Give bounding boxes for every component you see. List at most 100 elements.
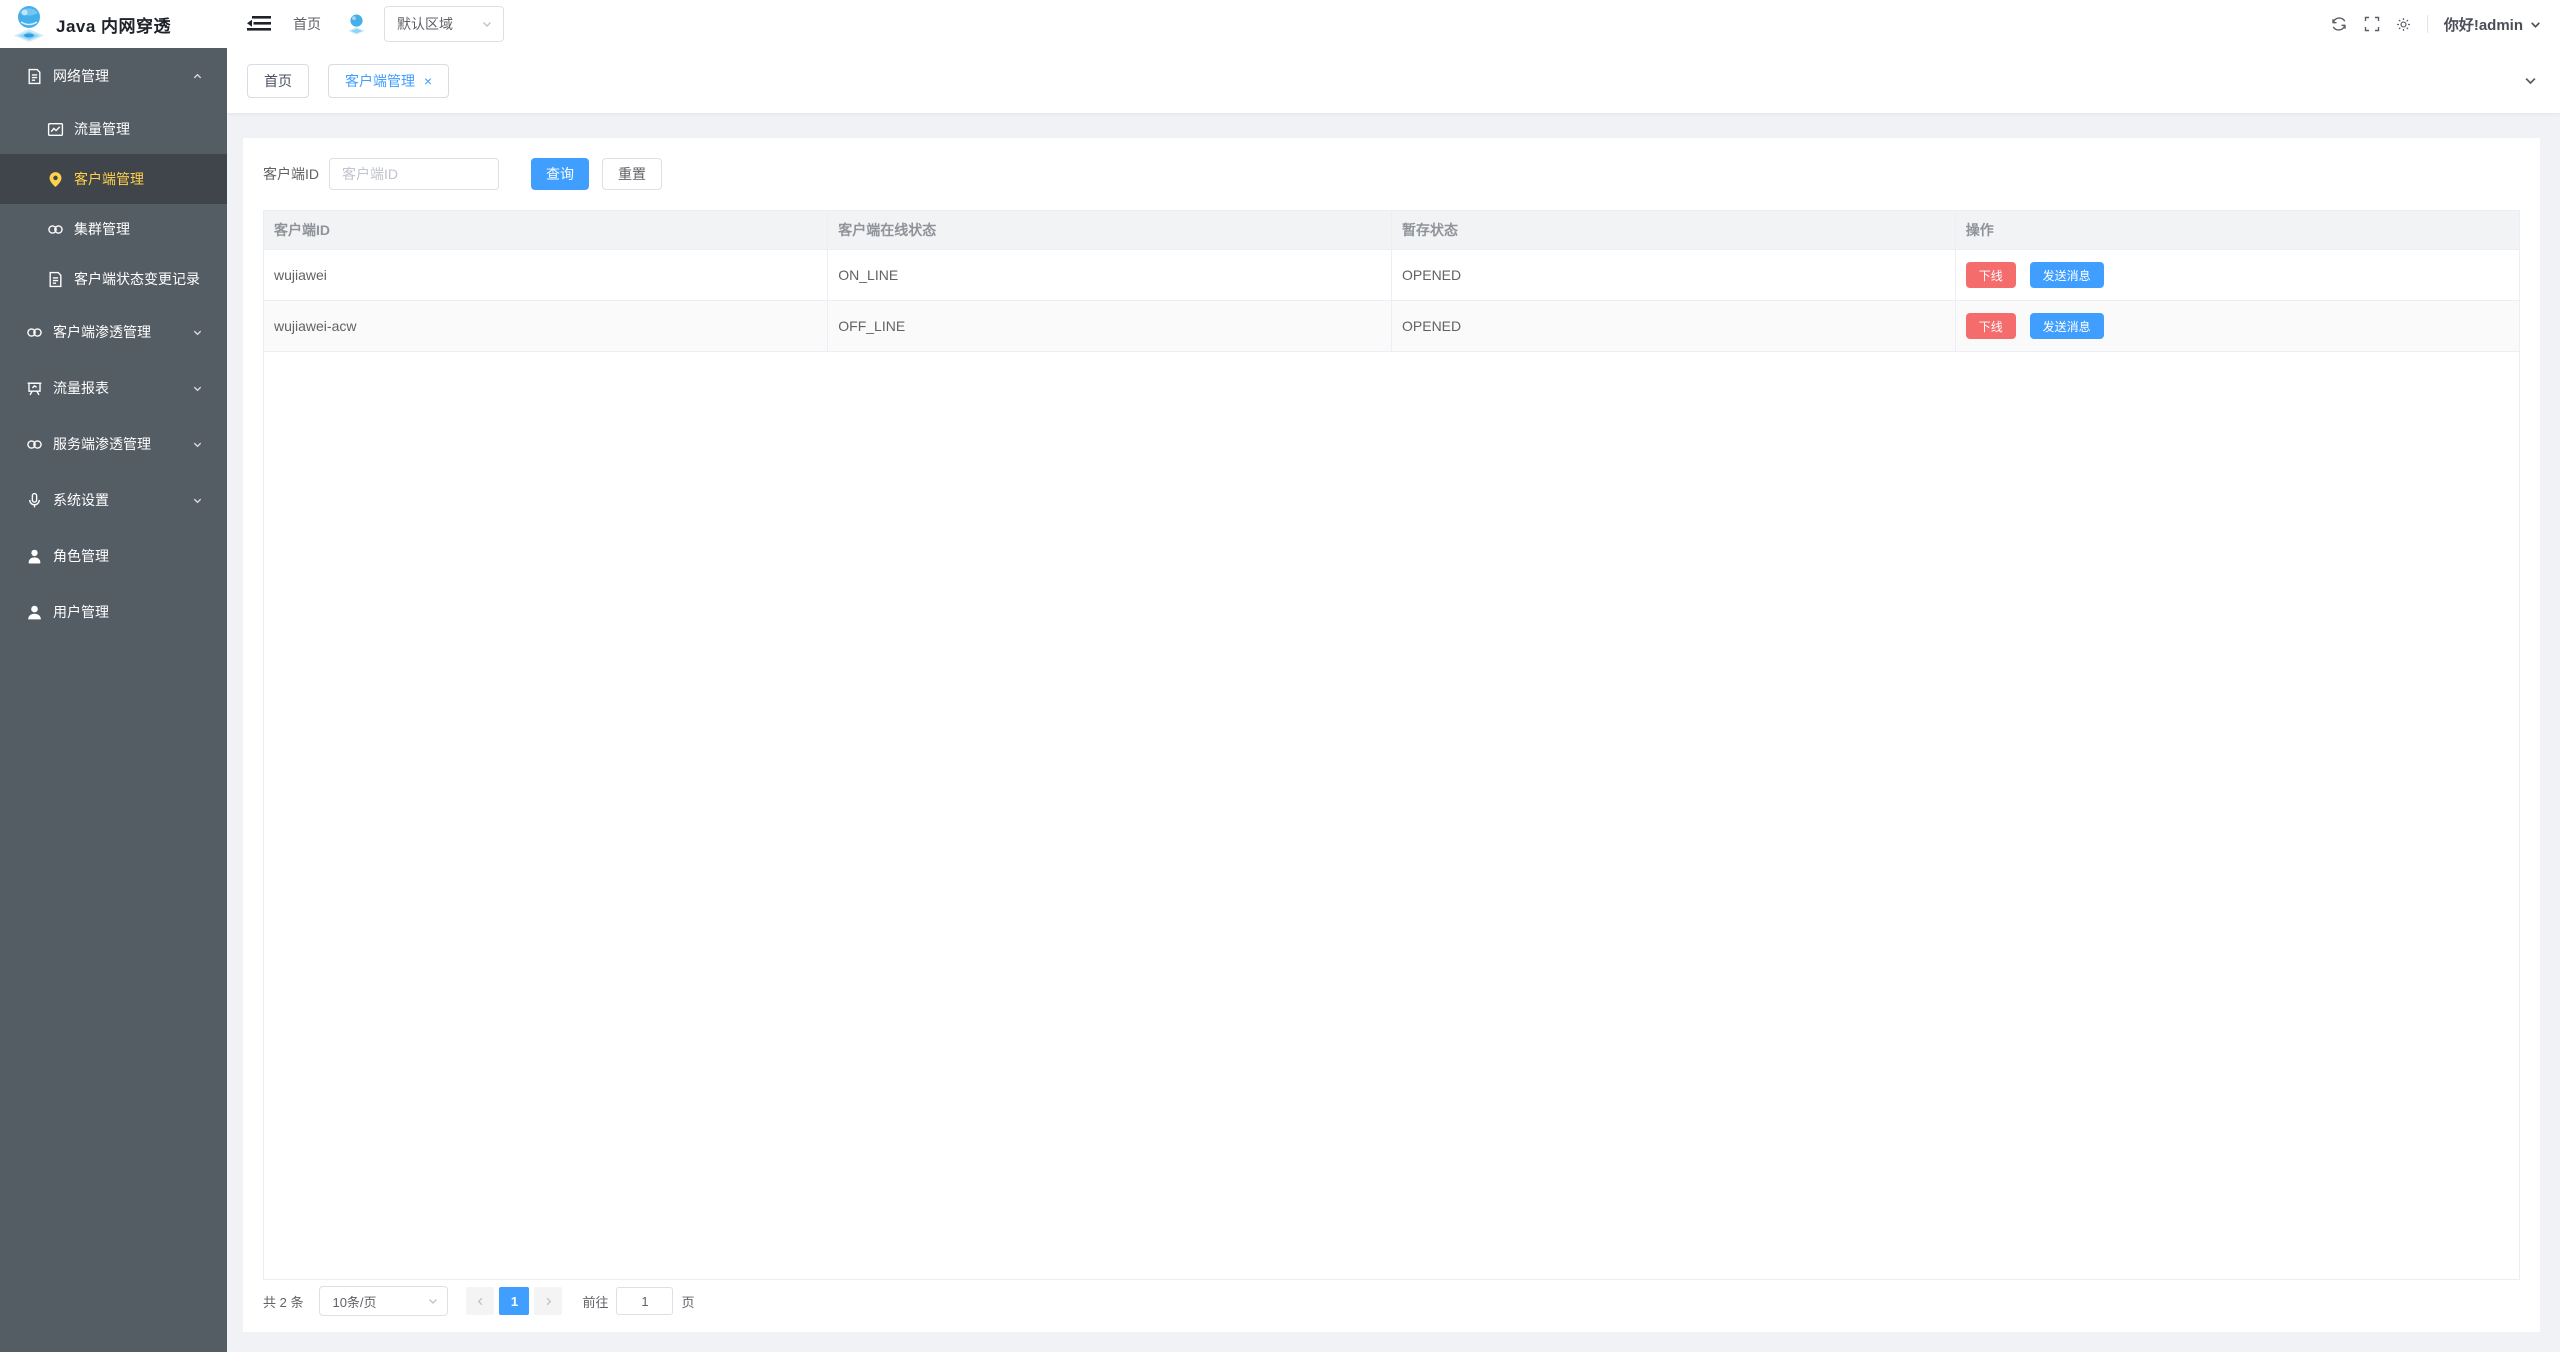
sidebar-item-network-management[interactable]: 网络管理 [0, 48, 227, 104]
data-board-icon [26, 380, 43, 397]
sidebar-item-label: 客户端状态变更记录 [74, 269, 203, 289]
cell-store-status: OPENED [1392, 250, 1956, 301]
offline-button[interactable]: 下线 [1966, 262, 2016, 288]
settings-gear-icon[interactable] [2396, 17, 2411, 32]
sidebar-item-label: 用户管理 [53, 602, 203, 622]
region-select-value: 默认区域 [397, 14, 453, 34]
sidebar-item-label: 流量管理 [74, 119, 203, 139]
column-header-online-status: 客户端在线状态 [828, 211, 1392, 250]
fullscreen-icon[interactable] [2364, 16, 2380, 32]
app-logo[interactable]: Java 内网穿透 [0, 0, 227, 48]
sidebar-item-label: 网络管理 [53, 66, 192, 86]
sidebar-item-label: 集群管理 [74, 219, 203, 239]
offline-button[interactable]: 下线 [1966, 313, 2016, 339]
sidebar-item-system-settings[interactable]: 系统设置 [0, 472, 227, 528]
divider [2427, 15, 2428, 33]
chevron-down-icon [192, 383, 203, 394]
page-size-value: 10条/页 [332, 1292, 376, 1311]
user-dropdown[interactable]: 你好!admin [2444, 14, 2542, 35]
sidebar-item-role-management[interactable]: 角色管理 [0, 528, 227, 584]
client-id-input[interactable] [329, 158, 499, 190]
cell-client-id: wujiawei-acw [264, 301, 828, 352]
document-icon [47, 271, 64, 288]
sidebar-item-label: 客户端渗透管理 [53, 322, 192, 342]
page-unit-label: 页 [681, 1292, 694, 1311]
filter-label: 客户端ID [263, 164, 319, 184]
sidebar-menu: 网络管理 流量管理 客户端管理 [0, 48, 227, 640]
chevron-right-icon [543, 1296, 554, 1307]
sidebar-item-label: 服务端渗透管理 [53, 434, 192, 454]
cell-actions: 下线 发送消息 [1955, 250, 2519, 301]
microphone-icon [26, 492, 43, 509]
sidebar-item-client-status-log[interactable]: 客户端状态变更记录 [0, 254, 227, 304]
clients-table: 客户端ID 客户端在线状态 暂存状态 操作 wujiawei ON_LINE O… [263, 210, 2520, 1280]
tab-label: 客户端管理 [345, 71, 415, 91]
cell-client-id: wujiawei [264, 250, 828, 301]
pager: 1 [466, 1287, 562, 1315]
link-icon [47, 221, 64, 238]
app-mini-icon[interactable] [347, 14, 366, 35]
close-icon[interactable]: × [424, 74, 432, 88]
prev-page-button[interactable] [466, 1287, 494, 1315]
chevron-down-icon [427, 1295, 439, 1307]
column-header-store-status: 暂存状态 [1392, 211, 1956, 250]
chevron-up-icon [192, 71, 203, 82]
region-select[interactable]: 默认区域 [384, 6, 504, 42]
send-message-button[interactable]: 发送消息 [2030, 313, 2104, 339]
sidebar: Java 内网穿透 网络管理 流量管理 [0, 0, 227, 1352]
sidebar-item-label: 流量报表 [53, 378, 192, 398]
sidebar-item-cluster-management[interactable]: 集群管理 [0, 204, 227, 254]
table-row: wujiawei ON_LINE OPENED 下线 发送消息 [264, 250, 2519, 301]
sidebar-item-label: 角色管理 [53, 546, 203, 566]
search-button[interactable]: 查询 [531, 158, 589, 190]
filter-row: 客户端ID 查询 重置 [263, 158, 2520, 190]
user-icon [26, 548, 43, 565]
sidebar-item-label: 系统设置 [53, 490, 192, 510]
page-number-button[interactable]: 1 [499, 1287, 529, 1315]
cell-actions: 下线 发送消息 [1955, 301, 2519, 352]
link-icon [26, 324, 43, 341]
sidebar-item-client-penetration[interactable]: 客户端渗透管理 [0, 304, 227, 360]
pagination: 共 2 条 10条/页 1 前往 页 [263, 1286, 2520, 1316]
sidebar-item-traffic-management[interactable]: 流量管理 [0, 104, 227, 154]
app-logo-icon [12, 5, 46, 43]
tags-bar: 首页 客户端管理 × [227, 48, 2560, 114]
chevron-down-icon [192, 495, 203, 506]
document-icon [26, 68, 43, 85]
hamburger-icon[interactable] [247, 14, 271, 34]
user-icon [26, 604, 43, 621]
chevron-down-icon [192, 327, 203, 338]
goto-label: 前往 [582, 1292, 608, 1311]
tab-home[interactable]: 首页 [247, 64, 309, 98]
navbar-right: 你好!admin [2330, 14, 2542, 35]
refresh-icon[interactable] [2330, 15, 2348, 33]
sidebar-item-traffic-report[interactable]: 流量报表 [0, 360, 227, 416]
send-message-button[interactable]: 发送消息 [2030, 262, 2104, 288]
sidebar-item-server-penetration[interactable]: 服务端渗透管理 [0, 416, 227, 472]
cell-online-status: OFF_LINE [828, 301, 1392, 352]
sidebar-item-label: 客户端管理 [74, 169, 203, 189]
cell-store-status: OPENED [1392, 301, 1956, 352]
sidebar-item-user-management[interactable]: 用户管理 [0, 584, 227, 640]
chevron-left-icon [475, 1296, 486, 1307]
content-card: 客户端ID 查询 重置 客户端ID 客户端在线状态 暂存状态 操作 wujiaw… [243, 138, 2540, 1332]
app-title: Java 内网穿透 [56, 12, 171, 37]
tags-dropdown-icon[interactable] [2523, 73, 2538, 88]
cell-online-status: ON_LINE [828, 250, 1392, 301]
breadcrumb[interactable]: 首页 [293, 14, 321, 34]
link-icon [26, 436, 43, 453]
location-pin-icon [47, 171, 64, 188]
tab-client-management[interactable]: 客户端管理 × [328, 64, 449, 98]
navbar: 首页 默认区域 [227, 0, 2560, 48]
sidebar-item-client-management[interactable]: 客户端管理 [0, 154, 227, 204]
user-greeting: 你好!admin [2444, 14, 2523, 35]
chevron-down-icon [481, 18, 493, 30]
page-size-select[interactable]: 10条/页 [319, 1286, 448, 1316]
next-page-button[interactable] [534, 1287, 562, 1315]
goto-page-input[interactable] [616, 1287, 673, 1315]
pagination-total: 共 2 条 [263, 1292, 303, 1311]
table-row: wujiawei-acw OFF_LINE OPENED 下线 发送消息 [264, 301, 2519, 352]
column-header-actions: 操作 [1955, 211, 2519, 250]
reset-button[interactable]: 重置 [602, 158, 662, 190]
tab-label: 首页 [264, 71, 292, 91]
